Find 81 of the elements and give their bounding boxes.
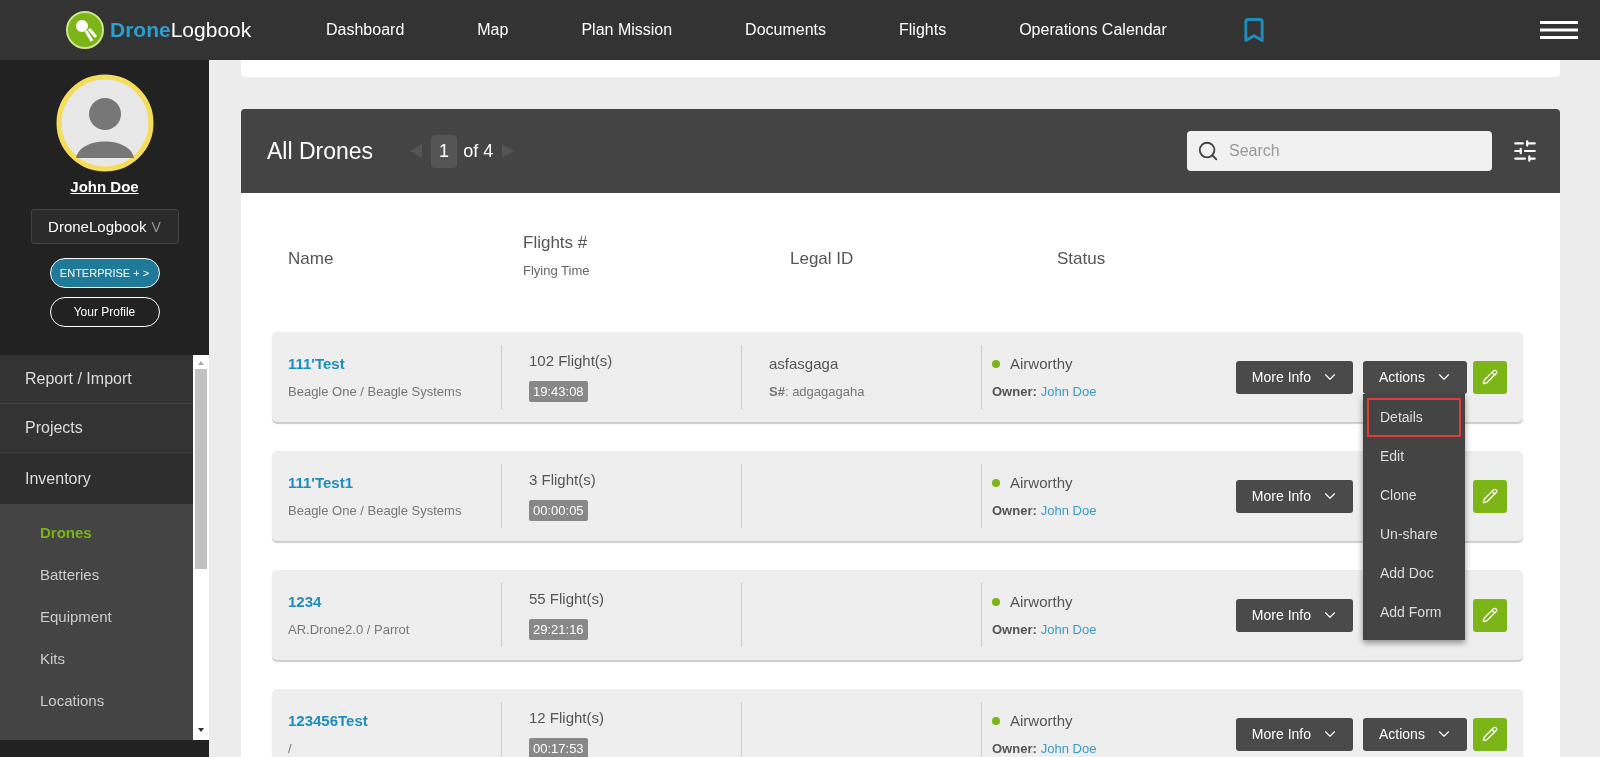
pencil-icon [1482, 488, 1498, 504]
organization-select[interactable]: DroneLogbook V [30, 209, 179, 244]
flying-time: 19:43:08 [529, 381, 588, 402]
sidebar-item[interactable]: Report / Import [0, 355, 193, 404]
column-subheader: Flying Time [523, 263, 591, 278]
status-text: Airworthy [1010, 474, 1073, 491]
pencil-icon [1482, 726, 1498, 742]
status-text: Airworthy [1010, 593, 1073, 610]
menu-icon[interactable] [1540, 20, 1578, 40]
flight-count: 102 Flight(s) [529, 352, 614, 369]
status-dot [992, 716, 1000, 725]
flying-time: 29:21:16 [529, 619, 588, 640]
page-number: 1 [431, 134, 458, 168]
edit-button[interactable] [1473, 598, 1507, 632]
owner-text: Owner: John Doe [992, 741, 1098, 756]
sidebar-item[interactable]: Projects [0, 404, 193, 453]
menu-item[interactable]: Edit [1367, 436, 1461, 476]
edit-button[interactable] [1473, 717, 1507, 751]
nav-link[interactable]: Flights [899, 21, 947, 39]
filter-button[interactable] [1512, 138, 1538, 164]
pencil-icon [1482, 607, 1498, 623]
search-icon [1197, 140, 1219, 162]
menu-item[interactable]: Details [1367, 397, 1461, 437]
nav-link[interactable]: Map [477, 21, 509, 39]
search-field[interactable]: Search [1187, 131, 1492, 171]
serial-number: S#: adgagagaha [769, 384, 866, 399]
more-info-button[interactable]: More Info [1235, 479, 1353, 513]
scroll-up-icon[interactable] [197, 359, 205, 367]
owner-text: Owner: John Doe [992, 622, 1098, 637]
status-dot [992, 478, 1000, 487]
status-dot [992, 597, 1000, 606]
actions-button[interactable]: Actions [1363, 717, 1467, 751]
edit-button[interactable] [1473, 360, 1507, 394]
column-header: Name [288, 249, 335, 269]
more-info-button[interactable]: More Info [1235, 717, 1353, 751]
scrollbar[interactable] [193, 355, 209, 740]
sidebar-subitem[interactable]: Kits [0, 637, 193, 679]
edit-button[interactable] [1473, 479, 1507, 513]
actions-button[interactable]: Actions [1363, 360, 1467, 394]
sliders-icon [1512, 138, 1538, 164]
user-name-link[interactable]: John Doe [70, 178, 139, 195]
owner-text: Owner: John Doe [992, 503, 1098, 518]
logo-icon [66, 11, 104, 49]
menu-item[interactable]: Clone [1367, 475, 1461, 515]
menu-item[interactable]: Add Form [1367, 592, 1461, 632]
flying-time: 00:00:05 [529, 500, 588, 521]
nav-link[interactable]: Dashboard [326, 21, 405, 39]
drone-model: Beagle One / Beagle Systems [288, 384, 463, 399]
sidebar-subitem[interactable]: Locations [0, 679, 193, 721]
sidebar-subitem[interactable]: Batteries [0, 553, 193, 595]
flight-count: 3 Flight(s) [529, 471, 597, 488]
drone-model: AR.Drone2.0 / Parrot [288, 622, 411, 637]
owner-text: Owner: John Doe [992, 384, 1098, 399]
sidebar-subitem[interactable]: Equipment [0, 595, 193, 637]
status-text: Airworthy [1010, 355, 1073, 372]
drone-model: Beagle One / Beagle Systems [288, 503, 463, 518]
nav-link[interactable]: Operations Calendar [1019, 21, 1167, 39]
column-header: Status [1057, 249, 1107, 269]
enterprise-button[interactable]: ENTERPRISE + > [49, 258, 160, 288]
panel-title: All Drones [267, 137, 374, 165]
status-text: Airworthy [1010, 712, 1073, 729]
flying-time: 00:17:53 [529, 738, 588, 757]
column-header: Legal ID [790, 249, 855, 269]
flight-count: 55 Flight(s) [529, 590, 606, 607]
nav-link[interactable]: Documents [745, 21, 827, 39]
legal-id: asfasgaga [769, 355, 840, 372]
pencil-icon [1482, 369, 1498, 385]
scroll-down-icon[interactable] [197, 726, 205, 734]
flight-count: 12 Flight(s) [529, 709, 606, 726]
menu-item[interactable]: Un-share [1367, 514, 1461, 554]
more-info-button[interactable]: More Info [1235, 360, 1353, 394]
menu-item[interactable]: Add Doc [1367, 553, 1461, 593]
column-header: Flights # [523, 233, 589, 253]
more-info-button[interactable]: More Info [1235, 598, 1353, 632]
logo-text: DroneLogbook [110, 18, 252, 42]
sidebar-item[interactable]: Inventory [0, 453, 193, 505]
sidebar-subitem[interactable]: Drones [0, 511, 193, 553]
page-total: of 4 [463, 140, 494, 162]
nav-link[interactable]: Plan Mission [581, 21, 673, 39]
drone-model: / [288, 741, 293, 756]
status-dot [992, 359, 1000, 368]
